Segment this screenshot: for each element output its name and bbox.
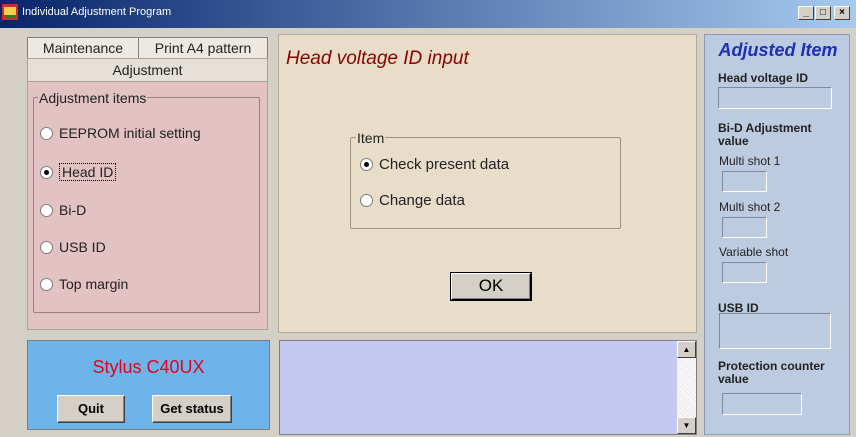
radio-icon [40,240,53,254]
item-group [350,137,621,229]
tab-adjustment[interactable]: Adjustment [27,58,268,82]
radio-bi-d[interactable]: Bi-D [40,200,86,220]
app-icon [2,4,18,20]
maximize-button[interactable]: □ [815,6,831,20]
radio-icon [360,193,373,207]
head-voltage-id-value [718,87,832,109]
radio-top-margin[interactable]: Top margin [40,274,128,294]
minimize-button[interactable]: _ [798,6,814,20]
tab-maintenance[interactable]: Maintenance [27,37,139,59]
radio-label: Check present data [379,155,510,173]
scroll-down-icon[interactable]: ▼ [677,417,696,434]
radio-change-data[interactable]: Change data [360,190,465,210]
device-model: Stylus C40UX [92,357,205,377]
radio-label: USB ID [59,239,106,255]
adjustment-items-legend: Adjustment items [38,90,148,106]
radio-check-present-data[interactable]: Check present data [360,154,509,174]
adjusted-item-title: Adjusted Item [718,40,838,60]
radio-icon [40,277,53,291]
window-title: Individual Adjustment Program [22,6,172,18]
radio-label: Bi-D [59,202,87,218]
multi-shot-1-label: Multi shot 1 [719,154,781,168]
item-legend: Item [356,130,386,146]
multi-shot-1-value [722,171,767,192]
radio-label: EEPROM initial setting [59,125,201,141]
multi-shot-2-value [722,217,767,238]
tab-print-a4-pattern[interactable]: Print A4 pattern [138,37,268,59]
variable-shot-value [722,262,767,283]
radio-checked-icon [40,165,53,179]
radio-eeprom-initial-setting[interactable]: EEPROM initial setting [40,123,201,143]
variable-shot-label: Variable shot [719,245,789,259]
radio-head-id[interactable]: Head ID [40,162,117,182]
page-title: Head voltage ID input [286,48,469,69]
radio-usb-id[interactable]: USB ID [40,237,106,257]
radio-label: Change data [379,191,465,209]
usb-id-value [719,313,831,349]
bid-adjustment-label: Bi-D Adjustment value [718,121,812,148]
radio-icon [40,203,53,217]
radio-label: Top margin [59,276,129,292]
radio-checked-icon [360,157,373,171]
multi-shot-2-label: Multi shot 2 [719,200,781,214]
protection-counter-label: Protection counter value [718,359,825,386]
scroll-up-icon[interactable]: ▲ [677,341,696,358]
close-button[interactable]: × [834,6,850,20]
radio-label: Head ID [59,163,117,181]
get-status-button[interactable]: Get status [152,395,232,423]
radio-icon [40,126,53,140]
quit-button[interactable]: Quit [57,395,125,423]
ok-button[interactable]: OK [451,273,531,300]
head-voltage-id-label: Head voltage ID [718,71,809,85]
protection-counter-value [722,393,802,415]
output-textarea[interactable] [279,340,697,435]
